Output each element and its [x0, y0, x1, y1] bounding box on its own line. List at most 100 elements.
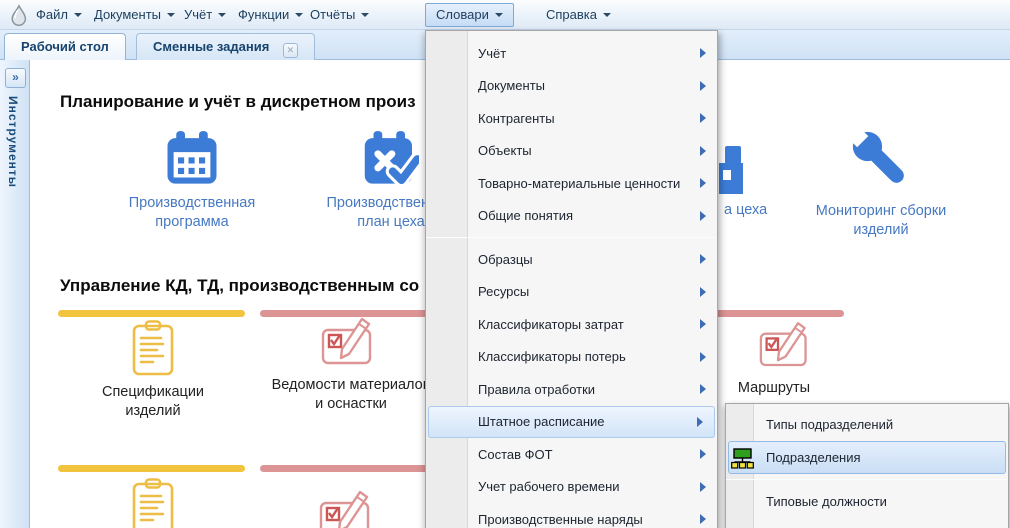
- staffing-submenu: Типы подразделений Подразделения Типовые д…: [725, 403, 1009, 528]
- menu-separator: [426, 237, 717, 238]
- menu-item-label: Образцы: [478, 252, 533, 267]
- menu-item-label: Ресурсы: [478, 284, 529, 299]
- shortcut-routes[interactable]: Маршруты: [717, 319, 857, 398]
- shortcut-product-specifications[interactable]: Спецификации изделий: [73, 320, 233, 421]
- submenu-arrow-icon: [700, 113, 706, 123]
- chevron-down-icon: [167, 13, 175, 17]
- section-title-management: Управление КД, ТД, производственным со: [60, 276, 419, 296]
- menu-reports[interactable]: Отчёты: [302, 3, 377, 27]
- submenu-arrow-icon: [700, 449, 706, 459]
- shortcut-assembly-monitoring[interactable]: Мониторинг сборки изделий: [791, 123, 971, 240]
- menu-item[interactable]: Правила отработки: [426, 373, 717, 406]
- menu-item[interactable]: Объекты: [426, 135, 717, 168]
- sidebar-title: Инструменты: [6, 96, 20, 188]
- tab-label: Сменные задания: [153, 39, 269, 54]
- tab-label: Рабочий стол: [21, 39, 109, 54]
- clipboard-icon: [131, 320, 176, 378]
- tab-shift-tasks[interactable]: Сменные задания ✕: [136, 33, 315, 60]
- menu-functions[interactable]: Функции: [230, 3, 311, 27]
- close-icon[interactable]: ✕: [283, 43, 298, 58]
- menu-item[interactable]: Учёт: [426, 37, 717, 70]
- submenu-arrow-icon: [700, 81, 706, 91]
- menu-item-label: Общие понятия: [478, 208, 573, 223]
- menu-item[interactable]: Контрагенты: [426, 102, 717, 135]
- dictionaries-dropdown-menu: Учёт Документы Контрагенты Объекты Товарно-м…: [425, 30, 718, 528]
- submenu-arrow-icon: [700, 178, 706, 188]
- menu-help[interactable]: Справка: [538, 3, 619, 27]
- card-pen-icon: [759, 319, 816, 374]
- menu-item-label: Типы подразделений: [766, 417, 893, 432]
- menu-accounting[interactable]: Учёт: [176, 3, 234, 27]
- menu-item-label: Контрагенты: [478, 111, 555, 126]
- menu-item-label: Классификаторы потерь: [478, 349, 626, 364]
- menu-item[interactable]: Должности: [726, 518, 1008, 528]
- menu-item[interactable]: Учет рабочего времени: [426, 471, 717, 504]
- submenu-arrow-icon: [700, 48, 706, 58]
- shortcut-material-lists[interactable]: Ведомости материалов и оснастки: [270, 316, 432, 414]
- app-window: Планирование и учёт в дискретном произ П…: [0, 0, 1010, 528]
- menu-dictionaries[interactable]: Словари: [425, 3, 514, 27]
- calendar-icon: [164, 131, 220, 189]
- menu-item[interactable]: Документы: [426, 70, 717, 103]
- chevron-down-icon: [361, 13, 369, 17]
- clipboard-icon[interactable]: [131, 478, 176, 528]
- menu-item-label: Правила отработки: [478, 382, 595, 397]
- menu-item-label: Состав ФОТ: [478, 447, 553, 462]
- main-menubar: Файл Документы Учёт Функции Отчёты Слова…: [0, 0, 1010, 30]
- menu-documents[interactable]: Документы: [86, 3, 183, 27]
- chevron-down-icon: [74, 13, 82, 17]
- menu-separator: [726, 479, 1008, 480]
- menu-item-label: Учёт: [478, 46, 506, 61]
- menu-item[interactable]: Классификаторы потерь: [426, 341, 717, 374]
- menu-item[interactable]: Товарно-материальные ценности: [426, 167, 717, 200]
- menu-item[interactable]: Производственные наряды: [426, 503, 717, 528]
- tab-desktop[interactable]: Рабочий стол: [4, 33, 126, 60]
- menu-item-label: Товарно-материальные ценности: [478, 176, 680, 191]
- menu-item[interactable]: Образцы: [426, 243, 717, 276]
- pink-divider-bar: [260, 465, 452, 472]
- menu-item[interactable]: Ресурсы: [426, 276, 717, 309]
- menu-item-label: Подразделения: [766, 450, 861, 465]
- partial-shortcut-label[interactable]: а цеха: [724, 201, 767, 220]
- section-title-planning: Планирование и учёт в дискретном произ: [60, 92, 416, 112]
- menu-item[interactable]: Штатное расписание: [428, 406, 715, 439]
- submenu-arrow-icon: [700, 514, 706, 524]
- chevron-down-icon: [495, 13, 503, 17]
- menu-item[interactable]: Подразделения: [728, 441, 1006, 474]
- submenu-arrow-icon: [700, 319, 706, 329]
- app-logo-icon: [8, 4, 30, 26]
- submenu-arrow-icon: [697, 417, 703, 427]
- menu-item[interactable]: Состав ФОТ: [426, 438, 717, 471]
- menu-item-label: Объекты: [478, 143, 532, 158]
- shortcut-label: Мониторинг сборки изделий: [791, 202, 971, 240]
- yellow-divider-bar: [58, 465, 245, 472]
- submenu-arrow-icon: [700, 287, 706, 297]
- menu-file[interactable]: Файл: [28, 3, 90, 27]
- submenu-arrow-icon: [700, 482, 706, 492]
- yellow-divider-bar: [58, 310, 245, 317]
- menu-item[interactable]: Типы подразделений: [726, 408, 1008, 441]
- shortcut-label: Производственная программа: [112, 194, 272, 232]
- collapse-sidebar-button[interactable]: »: [5, 68, 26, 88]
- menu-item[interactable]: Типовые должности: [726, 485, 1008, 518]
- menu-item-label: Типовые должности: [766, 494, 887, 509]
- tools-sidebar: » Инструменты: [0, 60, 30, 528]
- menu-item-label: Штатное расписание: [478, 414, 605, 429]
- menu-item[interactable]: Общие понятия: [426, 200, 717, 233]
- chevron-down-icon: [218, 13, 226, 17]
- menu-item-label: Классификаторы затрат: [478, 317, 624, 332]
- wrench-icon: [845, 123, 917, 197]
- calendar-check-icon: [363, 131, 419, 189]
- menu-item-label: Производственные наряды: [478, 512, 643, 527]
- submenu-arrow-icon: [700, 254, 706, 264]
- submenu-arrow-icon: [700, 352, 706, 362]
- shortcut-production-program[interactable]: Производственная программа: [112, 131, 272, 232]
- submenu-arrow-icon: [700, 146, 706, 156]
- card-pen-icon[interactable]: [319, 489, 379, 528]
- chevron-down-icon: [603, 13, 611, 17]
- partial-icon[interactable]: [719, 146, 743, 194]
- org-chart-icon: [731, 448, 754, 469]
- shortcut-label: Спецификации изделий: [73, 383, 233, 421]
- menu-item[interactable]: Классификаторы затрат: [426, 308, 717, 341]
- submenu-arrow-icon: [700, 384, 706, 394]
